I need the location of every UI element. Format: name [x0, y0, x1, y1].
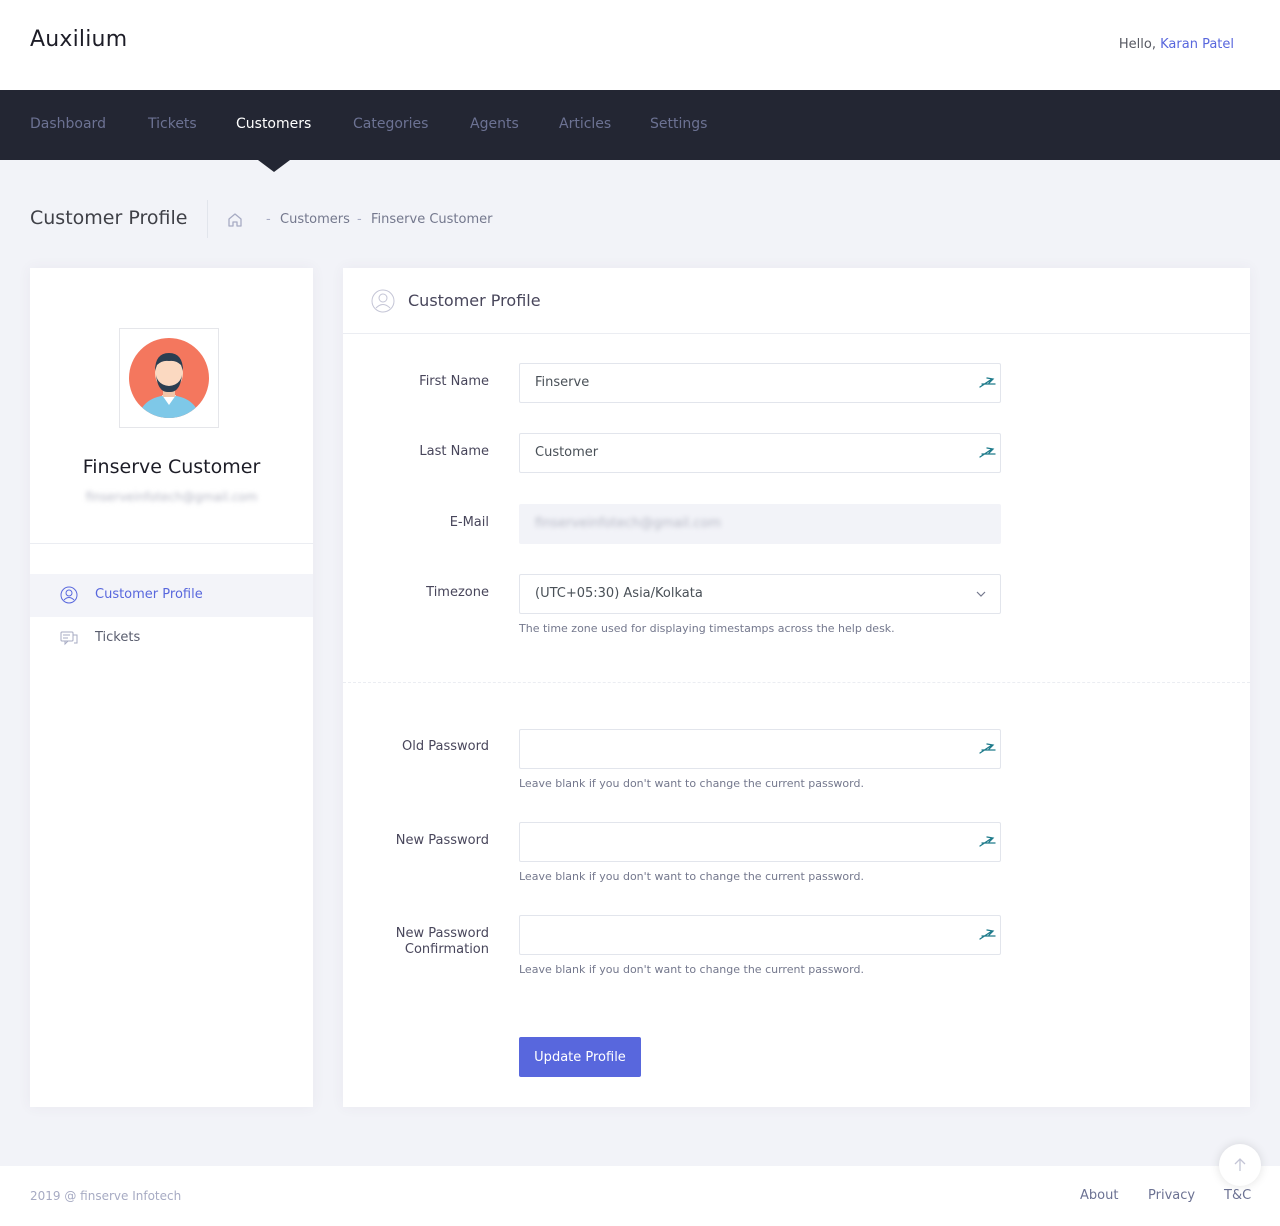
home-icon[interactable] — [226, 211, 244, 229]
footer-copyright: 2019 @ finserve Infotech — [30, 1189, 182, 1203]
breadcrumb-separator: - — [357, 212, 362, 227]
scroll-to-top-button[interactable] — [1219, 1144, 1261, 1186]
new-password-field[interactable] — [519, 822, 1001, 862]
nav-settings[interactable]: Settings — [650, 116, 707, 132]
pen-icon — [979, 743, 996, 754]
nav-active-indicator — [258, 160, 290, 172]
user-greeting[interactable]: Hello, Karan Patel — [1119, 37, 1234, 52]
new-password-help: Leave blank if you don't want to change … — [519, 870, 864, 883]
password-confirmation-label-line1: New Password — [395, 926, 489, 941]
footer: 2019 @ finserve Infotech About Privacy T… — [0, 1166, 1280, 1226]
nav-dashboard[interactable]: Dashboard — [30, 116, 106, 132]
user-circle-icon — [60, 586, 78, 604]
breadcrumb-current[interactable]: Finserve Customer — [371, 212, 492, 227]
user-name-link[interactable]: Karan Patel — [1160, 37, 1234, 52]
update-profile-button[interactable]: Update Profile — [519, 1037, 641, 1077]
sidebar-item-label: Tickets — [95, 630, 141, 645]
footer-link-privacy[interactable]: Privacy — [1148, 1188, 1195, 1203]
chevron-down-icon — [976, 591, 986, 597]
top-header: Auxilium Hello, Karan Patel — [0, 0, 1280, 90]
sidebar-item-label: Customer Profile — [95, 587, 203, 602]
password-confirmation-help: Leave blank if you don't want to change … — [519, 963, 864, 976]
page-title: Customer Profile — [30, 207, 188, 229]
sidebar-item-customer-profile[interactable]: Customer Profile — [30, 574, 313, 617]
last-name-field[interactable]: Customer — [519, 433, 1001, 473]
email-label: E-Mail — [449, 515, 489, 530]
footer-link-about[interactable]: About — [1080, 1188, 1118, 1203]
app-logo[interactable]: Auxilium — [30, 27, 127, 52]
user-circle-icon — [371, 289, 395, 313]
old-password-help: Leave blank if you don't want to change … — [519, 777, 864, 790]
timezone-help: The time zone used for displaying timest… — [519, 622, 895, 635]
timezone-select[interactable]: (UTC+05:30) Asia/Kolkata — [519, 574, 1001, 614]
subheader-divider — [207, 200, 208, 238]
email-value: finserveinfotech@gmail.com — [535, 516, 722, 531]
password-confirmation-label: New Password Confirmation — [343, 926, 489, 958]
pen-icon — [979, 447, 996, 458]
timezone-label: Timezone — [426, 585, 489, 600]
nav-articles[interactable]: Articles — [559, 116, 611, 132]
nav-customers[interactable]: Customers — [236, 116, 311, 132]
breadcrumb-customers[interactable]: Customers — [280, 212, 350, 227]
pen-icon — [979, 929, 996, 940]
email-field: finserveinfotech@gmail.com — [519, 504, 1001, 544]
first-name-label: First Name — [419, 374, 489, 389]
greeting-text: Hello, — [1118, 37, 1156, 52]
password-confirmation-field[interactable] — [519, 915, 1001, 955]
section-divider — [343, 682, 1250, 683]
avatar — [119, 328, 219, 428]
main-nav: Dashboard Tickets Customers Categories A… — [0, 90, 1280, 160]
pen-icon — [979, 377, 996, 388]
card-title: Customer Profile — [408, 291, 541, 310]
breadcrumb-separator: - — [266, 212, 271, 227]
chat-icon — [60, 631, 78, 646]
footer-link-terms[interactable]: T&C — [1224, 1188, 1251, 1203]
password-confirmation-label-line2: Confirmation — [404, 942, 489, 957]
divider — [343, 333, 1250, 334]
first-name-field[interactable]: Finserve — [519, 363, 1001, 403]
avatar-image — [129, 338, 209, 418]
profile-name: Finserve Customer — [82, 456, 261, 478]
last-name-label: Last Name — [419, 444, 489, 459]
new-password-label: New Password — [395, 833, 489, 848]
sidebar-item-tickets[interactable]: Tickets — [30, 617, 313, 660]
old-password-label: Old Password — [402, 739, 489, 754]
profile-email: finserveinfotech@gmail.com — [85, 490, 258, 504]
pen-icon — [979, 836, 996, 847]
nav-agents[interactable]: Agents — [470, 116, 519, 132]
profile-sidebar-card: Finserve Customer finserveinfotech@gmail… — [30, 268, 313, 1107]
nav-categories[interactable]: Categories — [353, 116, 428, 132]
arrow-up-icon — [1234, 1158, 1246, 1171]
divider — [30, 543, 313, 544]
nav-tickets[interactable]: Tickets — [148, 116, 197, 132]
old-password-field[interactable] — [519, 729, 1001, 769]
profile-form-card: Customer Profile First Name Finserve Las… — [343, 268, 1250, 1107]
